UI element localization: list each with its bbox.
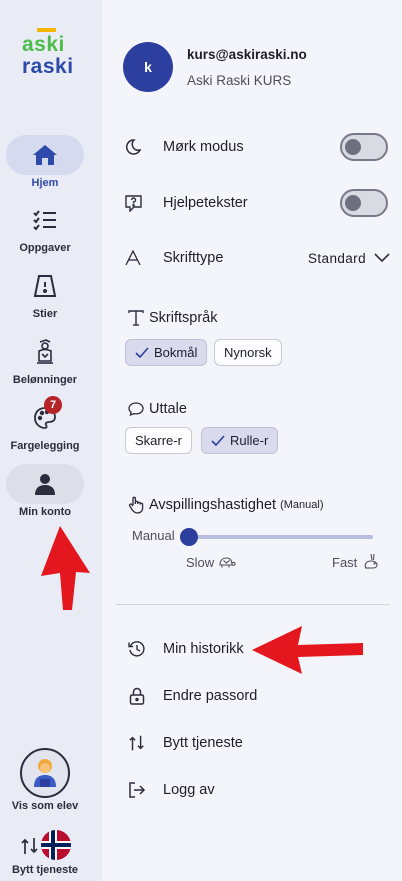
lock-icon: [128, 687, 146, 705]
menu-item-endre-passord[interactable]: Endre passord: [128, 681, 388, 711]
check-icon: [135, 347, 149, 358]
sidebar-item-label: Stier: [32, 308, 58, 320]
toggle-knob: [345, 195, 361, 211]
speed-slider-handle[interactable]: [180, 528, 198, 546]
path-sign-icon: [6, 266, 84, 306]
divider: [116, 604, 390, 605]
sidebar-item-label: Belønninger: [12, 374, 78, 386]
account-panel: k kurs@askiraski.no Aski Raski KURS Mørk…: [102, 0, 402, 881]
avatar: k: [123, 42, 173, 92]
font-row: Skrifttype Standard: [124, 242, 390, 274]
menu-item-label: Min historikk: [163, 641, 244, 657]
switch-service-icon: [21, 838, 38, 854]
menu-item-label: Endre passord: [163, 688, 258, 704]
help-texts-toggle[interactable]: [340, 189, 388, 217]
logo-accent-bar: [37, 28, 56, 32]
sidebar-item-label: Hjem: [31, 177, 59, 189]
font-label: Skrifttype: [163, 250, 224, 266]
chip-rulle-r[interactable]: Rulle-r: [201, 427, 279, 454]
sidebar: aski raski Hjem Oppgaver Stier Belønning…: [0, 0, 102, 881]
trophy-icon: [6, 332, 84, 372]
bytt-tjeneste-sidebar-button[interactable]: [20, 830, 72, 860]
pronunciation-title: Uttale: [127, 400, 187, 418]
check-icon: [211, 435, 225, 446]
chip-label: Skarre-r: [135, 433, 182, 448]
chip-label: Bokmål: [154, 345, 198, 360]
annotation-arrow-up: [41, 526, 90, 610]
dark-mode-row: Mørk modus: [124, 131, 390, 163]
toggle-knob: [345, 139, 361, 155]
norway-flag-icon: [41, 830, 71, 860]
speed-slider-track[interactable]: [189, 535, 373, 539]
written-language-title: Skriftspråk: [127, 309, 218, 327]
profile-name: Aski Raski KURS: [187, 73, 292, 88]
home-icon: [6, 135, 84, 175]
dark-mode-label: Mørk modus: [163, 139, 244, 155]
logo-line2: raski: [22, 55, 74, 78]
font-icon: [124, 249, 142, 267]
notification-badge: 7: [44, 396, 62, 414]
menu-item-label: Logg av: [163, 782, 215, 798]
font-select-value: Standard: [308, 250, 366, 266]
font-select[interactable]: Standard: [308, 242, 390, 274]
checklist-icon: [6, 200, 84, 240]
turtle-icon: [219, 557, 236, 568]
written-language-label: Skriftspråk: [149, 310, 218, 326]
help-texts-label: Hjelpetekster: [163, 195, 248, 211]
logo-line1: aski: [22, 33, 65, 56]
chip-bokmal[interactable]: Bokmål: [125, 339, 208, 366]
menu-item-label: Bytt tjeneste: [163, 735, 243, 751]
rabbit-icon: [364, 553, 378, 569]
help-texts-row: Hjelpetekster: [124, 187, 390, 219]
history-icon: [128, 640, 146, 658]
speech-bubble-icon: [127, 400, 145, 418]
user-icon: [6, 464, 84, 504]
chip-skarre-r[interactable]: Skarre-r: [125, 427, 192, 454]
sidebar-item-label: Min konto: [19, 506, 71, 518]
moon-icon: [124, 138, 142, 156]
bytt-tjeneste-label: Bytt tjeneste: [11, 864, 79, 876]
menu-item-bytt-tjeneste[interactable]: Bytt tjeneste: [128, 728, 388, 758]
hand-pointer-icon: [127, 496, 145, 514]
help-bubble-icon: [124, 194, 142, 212]
student-avatar-icon: [34, 759, 56, 787]
playback-speed-label: Avspillingshastighet: [149, 497, 277, 513]
switch-service-icon: [128, 734, 146, 752]
dark-mode-toggle[interactable]: [340, 133, 388, 161]
profile-email: kurs@askiraski.no: [187, 47, 307, 62]
vis-som-elev-label: Vis som elev: [11, 800, 79, 812]
fast-label: Fast: [332, 555, 358, 570]
text-icon: [127, 309, 145, 327]
sidebar-item-label: Fargelegging: [10, 440, 80, 452]
chip-nynorsk[interactable]: Nynorsk: [214, 339, 282, 366]
menu-item-logg-av[interactable]: Logg av: [128, 775, 388, 805]
slider-mode-label: Manual: [132, 528, 175, 543]
playback-speed-title: Avspillingshastighet (Manual): [127, 496, 324, 514]
slow-label: Slow: [186, 555, 215, 570]
sidebar-item-label: Oppgaver: [19, 242, 71, 254]
chip-label: Nynorsk: [224, 345, 272, 360]
chevron-down-icon: [374, 253, 390, 263]
annotation-arrow-left: [252, 626, 363, 674]
vis-som-elev-button[interactable]: [20, 748, 70, 798]
pronunciation-label: Uttale: [149, 401, 187, 417]
chip-label: Rulle-r: [230, 433, 269, 448]
logout-icon: [128, 781, 146, 799]
playback-speed-mode: (Manual): [280, 499, 324, 511]
